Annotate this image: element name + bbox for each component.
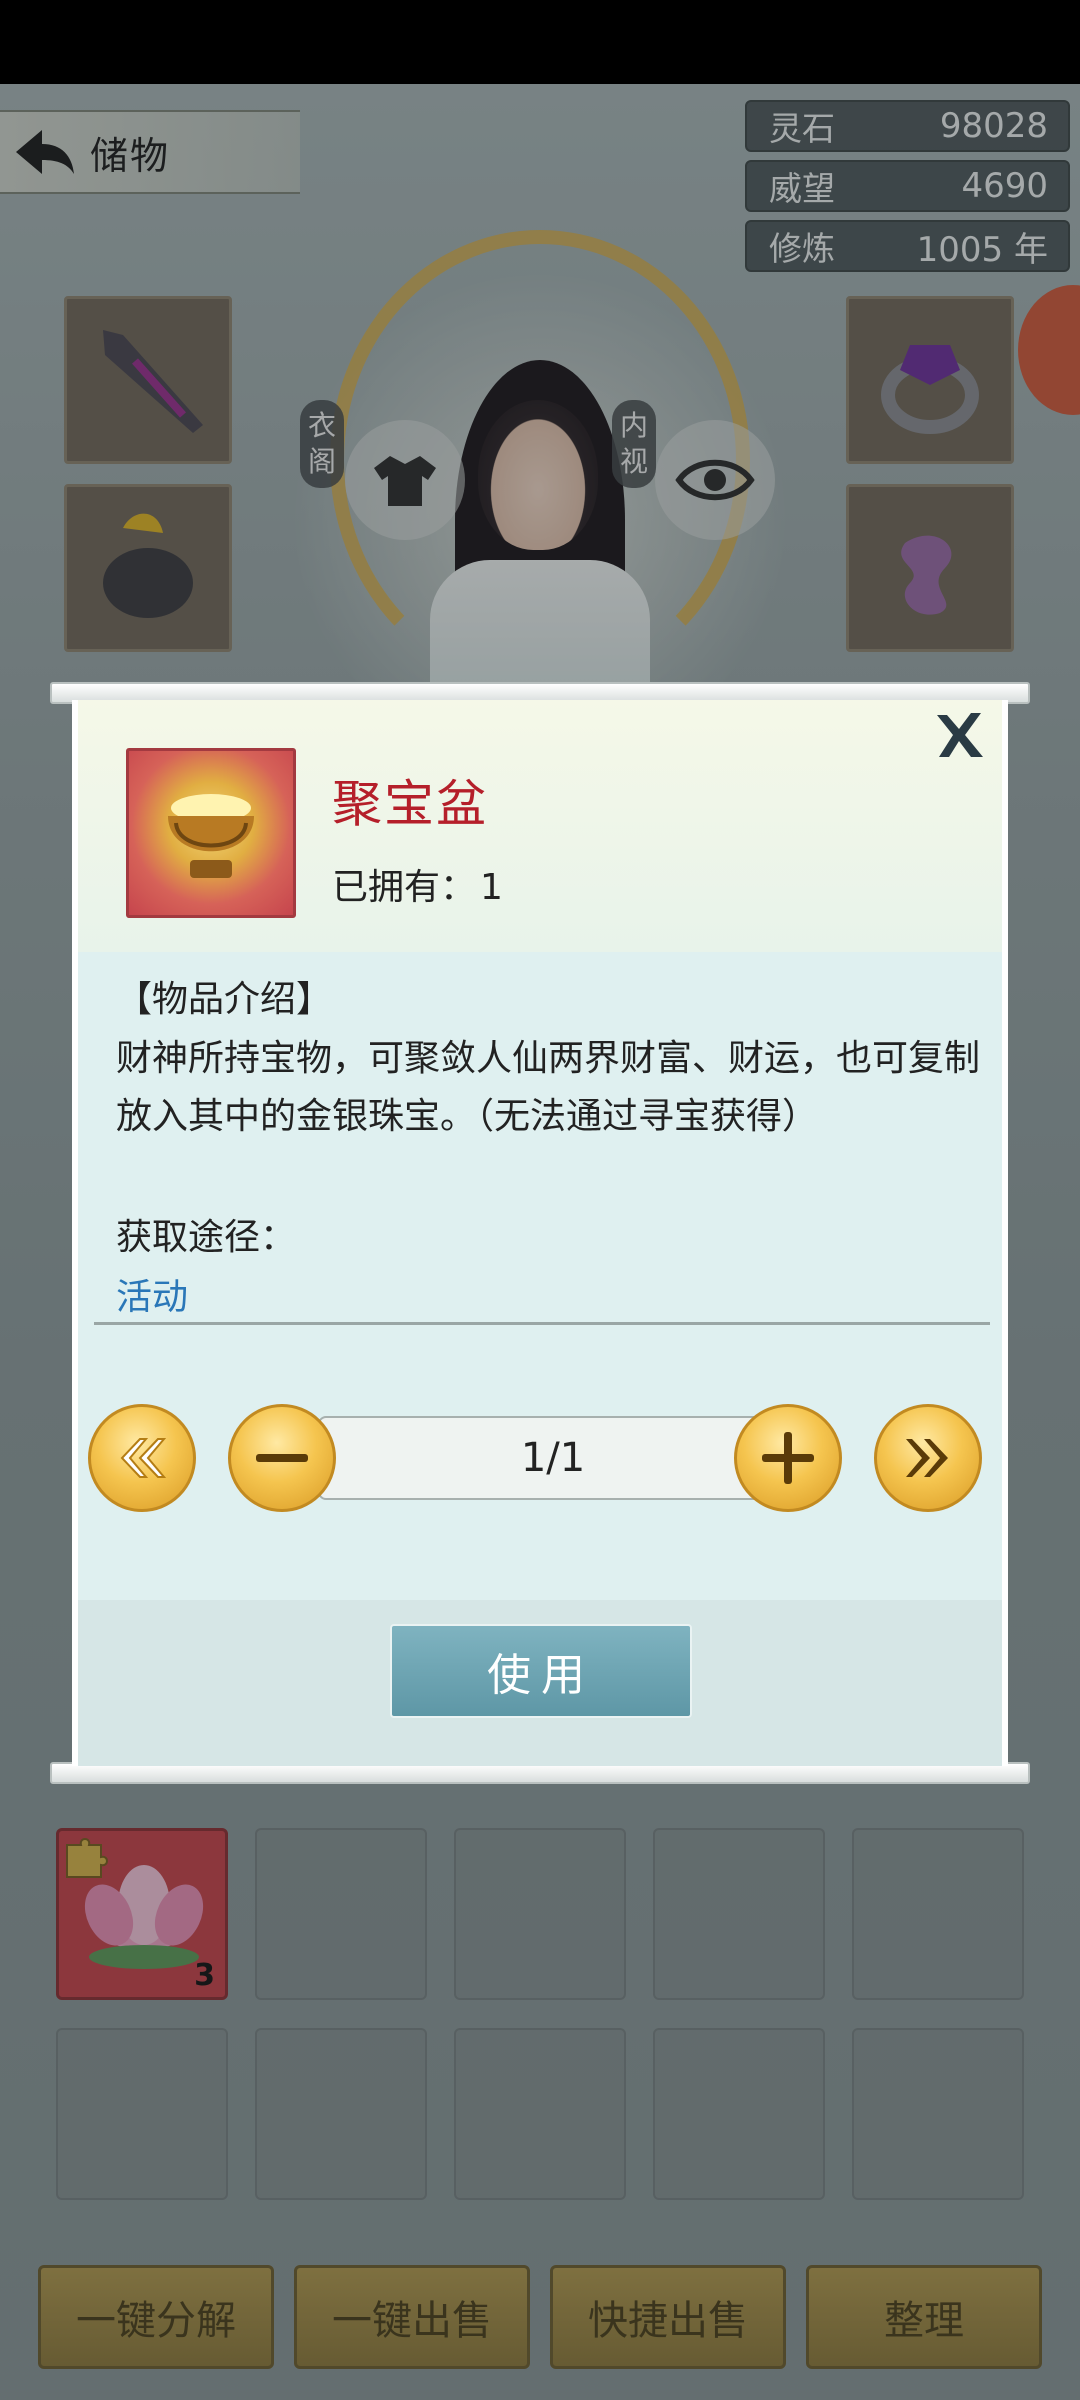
intro-title: 【物品介绍】	[116, 979, 333, 1020]
treasure-bowl-art	[168, 794, 254, 878]
plus-icon	[762, 1432, 814, 1484]
owned-label: 已拥有：	[332, 867, 477, 908]
source-title: 获取途径：	[116, 1217, 297, 1258]
max-quantity-button[interactable]	[874, 1404, 982, 1512]
item-name: 聚宝盆	[332, 775, 488, 833]
source-link[interactable]: 活动	[116, 1268, 188, 1320]
quantity-display: 1/1	[318, 1416, 788, 1500]
owned-value: 1	[480, 867, 503, 908]
decrease-button[interactable]	[228, 1404, 336, 1512]
treasure-bowl-icon	[126, 748, 296, 918]
item-header: 聚宝盆 已拥有： 1	[78, 700, 1002, 952]
min-quantity-button[interactable]	[88, 1404, 196, 1512]
item-description: 财神所持宝物，可聚敛人仙两界财富、财运，也可复制放入其中的金银珠宝。（无法通过寻…	[116, 1038, 981, 1137]
minus-icon	[256, 1454, 308, 1462]
close-button[interactable]	[928, 704, 990, 766]
first-page-icon	[120, 1438, 167, 1478]
status-bar	[0, 0, 1080, 84]
close-x-icon	[937, 713, 983, 757]
dialog-footer: 使用	[78, 1600, 1002, 1766]
owned-count: 已拥有： 1	[332, 858, 503, 910]
last-page-icon	[906, 1439, 948, 1477]
use-button[interactable]: 使用	[390, 1624, 692, 1718]
divider	[94, 1322, 990, 1325]
increase-button[interactable]	[734, 1404, 842, 1512]
item-detail-dialog: 聚宝盆 已拥有： 1 【物品介绍】 财神所持宝物，可聚敛人仙两界财富、财运，也可复…	[72, 700, 1008, 1766]
